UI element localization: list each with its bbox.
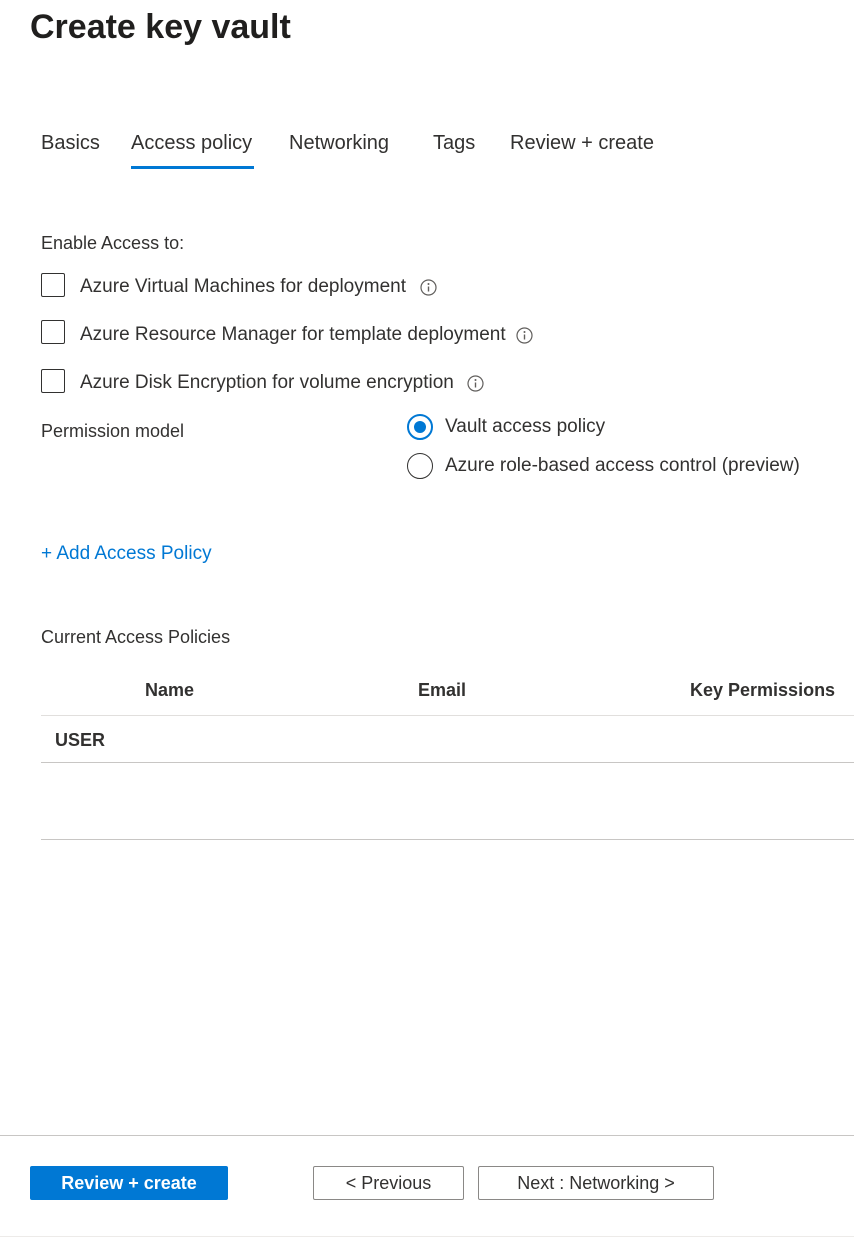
column-header-name[interactable]: Name	[145, 680, 194, 701]
column-header-key-permissions[interactable]: Key Permissions	[690, 680, 835, 701]
footer-divider	[0, 1135, 854, 1136]
tab-basics[interactable]: Basics	[41, 132, 100, 155]
active-tab-indicator	[131, 166, 254, 169]
table-bottom-divider	[41, 839, 854, 840]
tab-access-policy[interactable]: Access policy	[131, 132, 252, 155]
table-header-divider	[41, 715, 854, 716]
column-header-email[interactable]: Email	[418, 680, 466, 701]
permission-model-label: Permission model	[41, 421, 185, 441]
page-title: Create key vault	[30, 8, 291, 46]
info-icon[interactable]	[467, 375, 484, 392]
checkbox-disk-encryption[interactable]	[41, 369, 65, 393]
next-networking-button[interactable]: Next : Networking >	[478, 1166, 714, 1200]
checkbox-vm-deployment[interactable]	[41, 273, 65, 297]
current-access-policies-label: Current Access Policies	[41, 627, 231, 647]
bottom-divider	[0, 1236, 854, 1237]
info-icon[interactable]	[420, 279, 437, 296]
info-icon[interactable]	[516, 327, 533, 344]
enable-access-label: Enable Access to:	[41, 233, 185, 253]
checkbox-disk-encryption-label[interactable]: Azure Disk Encryption for volume encrypt…	[80, 372, 454, 394]
previous-button[interactable]: < Previous	[313, 1166, 464, 1200]
review-create-button[interactable]: Review + create	[30, 1166, 228, 1200]
table-row-divider	[41, 762, 854, 763]
radio-vault-access-policy[interactable]	[407, 414, 433, 440]
radio-vault-access-policy-label[interactable]: Vault access policy	[445, 416, 605, 438]
tab-tags[interactable]: Tags	[433, 132, 475, 155]
tab-review-create[interactable]: Review + create	[510, 132, 654, 155]
checkbox-arm-template-deployment[interactable]	[41, 320, 65, 344]
table-row-name[interactable]: USER	[55, 730, 105, 751]
radio-azure-rbac[interactable]	[407, 453, 433, 479]
tab-networking[interactable]: Networking	[289, 132, 389, 155]
radio-azure-rbac-label[interactable]: Azure role-based access control (preview…	[445, 455, 800, 477]
checkbox-arm-template-deployment-label[interactable]: Azure Resource Manager for template depl…	[80, 324, 506, 346]
add-access-policy-link[interactable]: + Add Access Policy	[41, 543, 212, 565]
checkbox-vm-deployment-label[interactable]: Azure Virtual Machines for deployment	[80, 276, 406, 298]
